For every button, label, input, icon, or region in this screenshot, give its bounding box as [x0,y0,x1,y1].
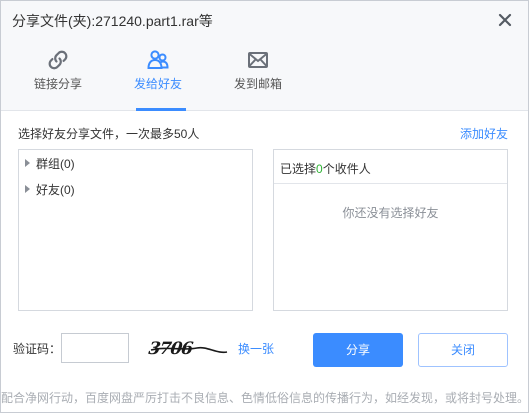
dialog-titlebar: 分享文件(夹):271240.part1.rar等 [1,1,528,39]
captcha-label: 验证码： [13,342,62,356]
selected-count: 0 [316,162,323,176]
tree-item-friends[interactable]: 好友(0) [25,181,75,197]
change-captcha-link[interactable]: 换一张 [238,340,274,357]
captcha-input[interactable] [61,333,129,363]
active-tab-indicator [136,108,186,111]
content-policy-notice: 配合净网行动，百度网盘严厉打击不良信息、色情低俗信息的传播行为，如经发现，或将封… [1,391,528,405]
share-tabs: 链接分享 发给好友 发到邮箱 [1,39,528,111]
tab-send-to-friends-label: 发给好友 [133,77,182,91]
selected-prefix: 已选择 [280,162,317,176]
tree-item-groups-label: 群组(0) [36,157,75,171]
tab-send-to-email-label: 发到邮箱 [233,77,282,91]
caret-right-icon [25,159,30,167]
selected-recipients-header: 已选择0个收件人 [274,150,507,184]
captcha-image[interactable]: 3706 [147,333,229,363]
tab-send-to-friends[interactable]: 发给好友 [113,49,203,101]
mail-icon [248,52,268,68]
selected-count-line: 已选择0个收件人 [280,160,371,177]
link-icon [48,50,68,70]
empty-selection-message: 你还没有选择好友 [342,206,439,220]
friend-select-instruction: 选择好友分享文件，一次最多50人 [18,127,200,141]
tree-item-groups[interactable]: 群组(0) [25,155,75,171]
share-dialog: 分享文件(夹):271240.part1.rar等 链接分享 发给好友 发到邮箱… [0,0,529,413]
tab-link-share[interactable]: 链接分享 [13,49,103,101]
friend-tree-panel: 群组(0) 好友(0) [18,149,253,311]
add-friend-link[interactable]: 添加好友 [460,125,508,142]
dialog-title: 分享文件(夹):271240.part1.rar等 [12,13,213,29]
close-button[interactable]: 关闭 [418,333,508,367]
caret-right-icon [25,185,30,193]
selected-recipients-panel: 已选择0个收件人 你还没有选择好友 [273,149,508,311]
share-button[interactable]: 分享 [313,333,403,367]
tab-send-to-email[interactable]: 发到邮箱 [213,49,303,101]
close-icon[interactable] [496,11,514,29]
selected-suffix: 个收件人 [322,162,371,176]
tree-item-friends-label: 好友(0) [36,183,75,197]
friends-icon [147,50,169,69]
tab-link-share-label: 链接分享 [33,77,82,91]
